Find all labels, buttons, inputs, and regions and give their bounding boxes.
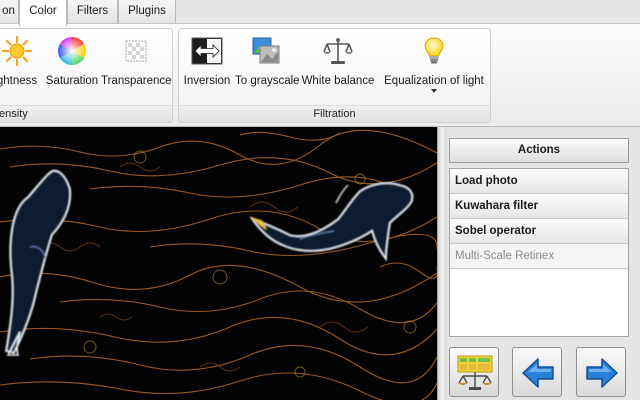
- ribbon-tab-bar: on Color Filters Plugins: [0, 0, 640, 26]
- arrow-right-icon: [586, 358, 618, 388]
- ribbon: ghtness Saturation Transparence ensity I…: [0, 23, 640, 127]
- tab-filters[interactable]: Filters: [67, 0, 118, 24]
- inversion-arrows-icon: [191, 37, 223, 65]
- tab-adjustments[interactable]: on: [0, 0, 19, 24]
- action-kuwahara-filter[interactable]: Kuwahara filter: [450, 194, 628, 219]
- saturation-button[interactable]: Saturation: [43, 31, 101, 101]
- actions-panel: Actions Load photo Kuwahara filter Sobel…: [447, 127, 640, 400]
- tab-label: on: [2, 5, 15, 17]
- tab-color[interactable]: Color: [19, 0, 67, 26]
- image-canvas[interactable]: [0, 127, 437, 400]
- action-load-photo[interactable]: Load photo: [450, 169, 628, 194]
- previous-button[interactable]: [512, 347, 562, 397]
- grayscale-image-icon: [252, 37, 280, 64]
- group-label-intensity: ensity: [0, 105, 172, 122]
- transparence-label: Transparence: [101, 75, 172, 87]
- to-grayscale-button[interactable]: To grayscale: [235, 31, 300, 101]
- ribbon-group-filtration: Inversion To grayscale White balance Equ…: [178, 28, 491, 123]
- white-balance-label: White balance: [301, 75, 375, 87]
- tab-label: Filters: [76, 5, 109, 17]
- inversion-button[interactable]: Inversion: [181, 31, 233, 101]
- ribbon-group-intensity: ghtness Saturation Transparence ensity: [0, 28, 173, 123]
- transparence-button[interactable]: Transparence: [101, 31, 172, 101]
- tab-label: Color: [29, 5, 57, 17]
- action-sobel-operator[interactable]: Sobel operator: [450, 219, 628, 244]
- arrow-left-icon: [522, 358, 554, 388]
- actions-header: Actions: [449, 138, 629, 163]
- actions-list: Load photo Kuwahara filter Sobel operato…: [449, 168, 629, 337]
- brightness-label: ghtness: [0, 75, 38, 87]
- compare-button[interactable]: [449, 347, 499, 397]
- equalization-of-light-label: Equalization of light: [384, 75, 484, 87]
- white-balance-button[interactable]: White balance: [299, 31, 377, 101]
- equalization-of-light-button[interactable]: Equalization of light: [379, 31, 489, 101]
- sun-icon: [1, 35, 33, 67]
- chart-scale-icon: [457, 355, 493, 390]
- color-wheel-icon: [58, 37, 86, 65]
- brightness-button[interactable]: ghtness: [0, 31, 39, 101]
- to-grayscale-label: To grayscale: [235, 75, 300, 87]
- transparency-icon: [125, 40, 147, 62]
- next-button[interactable]: [576, 347, 626, 397]
- tab-plugins[interactable]: Plugins: [118, 0, 176, 24]
- tab-label: Plugins: [128, 5, 166, 17]
- dropdown-caret-icon: [431, 89, 437, 93]
- action-multi-scale-retinex[interactable]: Multi-Scale Retinex: [450, 244, 628, 269]
- group-label-filtration: Filtration: [179, 105, 490, 122]
- processed-photo: [0, 127, 437, 400]
- saturation-label: Saturation: [45, 75, 99, 87]
- inversion-label: Inversion: [183, 75, 231, 87]
- panel-splitter[interactable]: [437, 127, 447, 400]
- lightbulb-icon: [424, 37, 444, 64]
- balance-scale-icon: [323, 38, 353, 64]
